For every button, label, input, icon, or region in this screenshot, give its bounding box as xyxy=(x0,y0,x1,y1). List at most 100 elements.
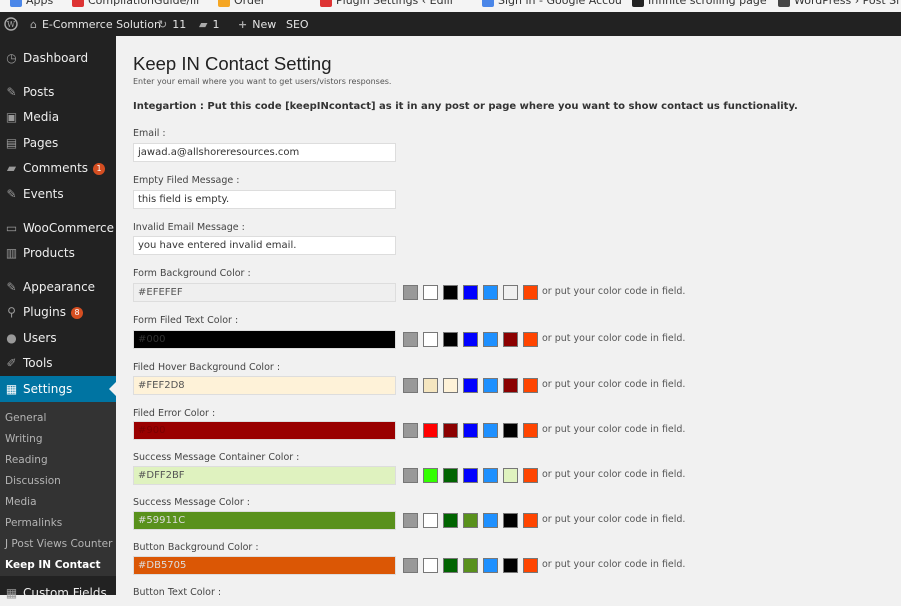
color-swatch[interactable] xyxy=(483,285,498,300)
color-swatch[interactable] xyxy=(463,285,478,300)
wordpress-logo-icon[interactable]: W xyxy=(4,12,18,36)
sidebar-item-events[interactable]: ✎ Events xyxy=(0,181,116,207)
text-input[interactable]: you have entered invalid email. xyxy=(133,236,396,255)
color-swatch[interactable] xyxy=(403,513,418,528)
submenu-item-general[interactable]: General xyxy=(5,412,46,424)
comments-link[interactable]: ▰ 1 xyxy=(199,12,219,36)
bookmark-0[interactable]: Apps xyxy=(10,0,53,7)
color-swatch[interactable] xyxy=(503,468,518,483)
color-code-input[interactable]: #DFF2BF xyxy=(133,466,396,485)
color-swatch[interactable] xyxy=(443,513,458,528)
submenu-item-discussion[interactable]: Discussion xyxy=(5,475,61,487)
new-content-link[interactable]: + New xyxy=(238,12,276,36)
bookmark-6[interactable]: WordPress › Post Sl xyxy=(778,0,899,7)
color-swatch[interactable] xyxy=(463,378,478,393)
color-swatch[interactable] xyxy=(403,558,418,573)
color-swatch[interactable] xyxy=(523,468,538,483)
color-swatch[interactable] xyxy=(463,513,478,528)
submenu-item-permalinks[interactable]: Permalinks xyxy=(5,517,62,529)
color-swatch[interactable] xyxy=(403,378,418,393)
sidebar-item-label: Dashboard xyxy=(23,51,89,65)
color-swatch[interactable] xyxy=(423,285,438,300)
color-swatch[interactable] xyxy=(503,378,518,393)
svg-text:W: W xyxy=(7,20,16,29)
bookmark-1[interactable]: CompilationGuide/lli xyxy=(72,0,199,7)
submenu-item-media[interactable]: Media xyxy=(5,496,37,508)
color-swatch[interactable] xyxy=(503,558,518,573)
color-swatch[interactable] xyxy=(483,513,498,528)
color-swatch[interactable] xyxy=(443,378,458,393)
color-swatch[interactable] xyxy=(443,285,458,300)
site-name-link[interactable]: ⌂ E-Commerce Solution xyxy=(30,12,161,36)
color-code-input[interactable]: #DB5705 xyxy=(133,556,396,575)
color-swatch[interactable] xyxy=(523,285,538,300)
color-swatch[interactable] xyxy=(483,332,498,347)
submenu-item-j-post-views-counter[interactable]: J Post Views Counter xyxy=(5,538,112,550)
color-swatch[interactable] xyxy=(503,423,518,438)
color-swatch[interactable] xyxy=(483,423,498,438)
sidebar-item-label: WooCommerce xyxy=(23,221,114,235)
color-swatch[interactable] xyxy=(443,423,458,438)
sidebar-item-woocommerce[interactable]: ▭ WooCommerce xyxy=(0,215,116,241)
color-swatch[interactable] xyxy=(443,558,458,573)
submenu-item-keep-in-contact[interactable]: Keep IN Contact xyxy=(5,559,100,571)
sidebar-item-plugins[interactable]: ⚲ Plugins 8 xyxy=(0,299,116,325)
color-swatch[interactable] xyxy=(463,332,478,347)
color-swatch[interactable] xyxy=(463,423,478,438)
sidebar-item-products[interactable]: ▥ Products xyxy=(0,240,116,266)
color-swatch[interactable] xyxy=(403,332,418,347)
color-swatch[interactable] xyxy=(443,468,458,483)
submenu-item-reading[interactable]: Reading xyxy=(5,454,48,466)
updates-link[interactable]: ↻ 11 xyxy=(158,12,186,36)
bookmark-4[interactable]: Sign in - Google Accou xyxy=(482,0,622,7)
color-swatch[interactable] xyxy=(463,468,478,483)
sidebar-item-custom-fields[interactable]: ▦ Custom Fields xyxy=(0,580,116,606)
sidebar-item-settings[interactable]: ▦ Settings xyxy=(0,376,116,402)
color-swatch[interactable] xyxy=(523,378,538,393)
color-swatch[interactable] xyxy=(523,332,538,347)
sidebar-item-label: Custom Fields xyxy=(23,586,107,600)
color-swatch[interactable] xyxy=(403,285,418,300)
color-swatch[interactable] xyxy=(463,558,478,573)
sidebar-item-comments[interactable]: ▰ Comments 1 xyxy=(0,155,116,181)
color-code-input[interactable]: #000 xyxy=(133,330,396,349)
color-swatch[interactable] xyxy=(443,332,458,347)
color-swatch[interactable] xyxy=(503,513,518,528)
color-code-input[interactable]: #EFEFEF xyxy=(133,283,396,302)
sidebar-item-pages[interactable]: ▤ Pages xyxy=(0,130,116,156)
color-swatch[interactable] xyxy=(403,468,418,483)
sidebar-item-users[interactable]: ● Users xyxy=(0,325,116,351)
sidebar-item-media[interactable]: ▣ Media xyxy=(0,104,116,130)
color-swatch[interactable] xyxy=(503,332,518,347)
color-swatch[interactable] xyxy=(403,423,418,438)
color-swatch[interactable] xyxy=(423,378,438,393)
sidebar-item-tools[interactable]: ✐ Tools xyxy=(0,350,116,376)
text-input[interactable]: jawad.a@allshoreresources.com xyxy=(133,143,396,162)
submenu-item-writing[interactable]: Writing xyxy=(5,433,43,445)
bookmark-5[interactable]: Infinite scrolling page xyxy=(632,0,767,7)
color-swatch[interactable] xyxy=(483,378,498,393)
bookmark-3[interactable]: Plugin Settings ‹ Edili xyxy=(320,0,453,7)
color-swatch[interactable] xyxy=(483,468,498,483)
color-swatch[interactable] xyxy=(523,423,538,438)
sidebar-item-dashboard[interactable]: ◷ Dashboard xyxy=(0,45,116,71)
color-code-input[interactable]: #59911C xyxy=(133,511,396,530)
seo-link[interactable]: SEO xyxy=(286,12,309,36)
color-swatch[interactable] xyxy=(483,558,498,573)
text-input[interactable]: this field is empty. xyxy=(133,190,396,209)
color-hint-text: or put your color code in field. xyxy=(542,514,686,525)
sidebar-item-posts[interactable]: ✎ Posts xyxy=(0,79,116,105)
sidebar-item-appearance[interactable]: ✎ Appearance xyxy=(0,274,116,300)
color-swatch[interactable] xyxy=(523,513,538,528)
color-swatch[interactable] xyxy=(423,332,438,347)
color-code-input[interactable]: #900 xyxy=(133,421,396,440)
color-code-input[interactable]: #FEF2D8 xyxy=(133,376,396,395)
color-swatch[interactable] xyxy=(423,513,438,528)
color-swatch[interactable] xyxy=(423,423,438,438)
sidebar-item-label: Media xyxy=(23,110,60,124)
color-swatch[interactable] xyxy=(523,558,538,573)
color-swatch[interactable] xyxy=(423,558,438,573)
bookmark-2[interactable]: Order xyxy=(218,0,265,7)
color-swatch[interactable] xyxy=(423,468,438,483)
color-swatch[interactable] xyxy=(503,285,518,300)
